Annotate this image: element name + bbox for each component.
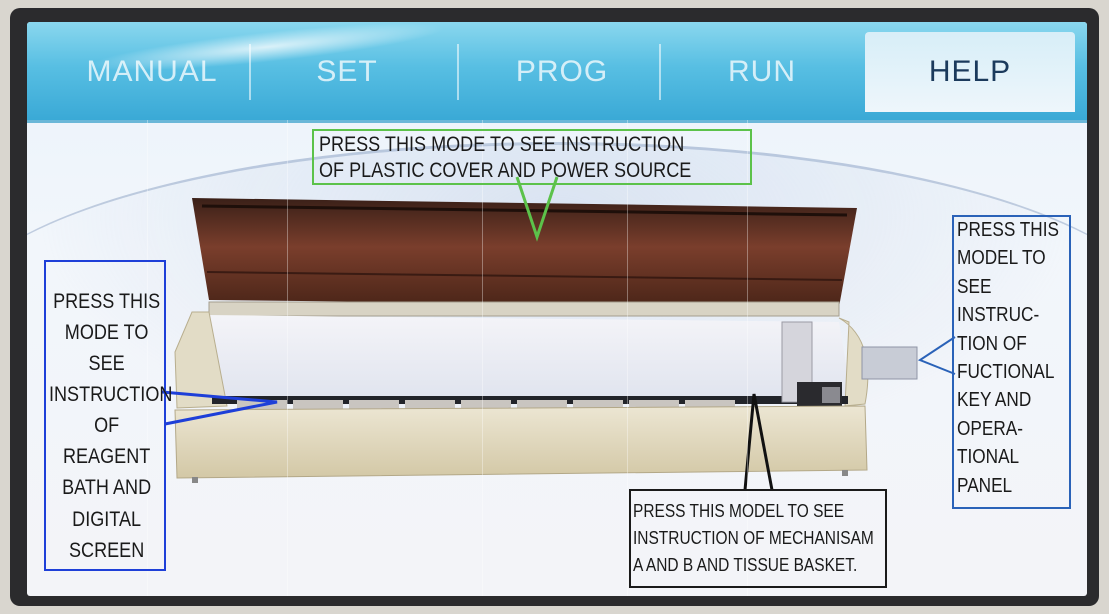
- scan-artifact: [287, 120, 288, 596]
- cover-instruction-text: PRESS THIS MODE TO SEE INSTRUCTION OF PL…: [319, 133, 692, 182]
- scan-artifact: [627, 120, 628, 596]
- reagent-bath-instruction-text: PRESS THIS MODE TO SEE INSTRUCTION OF RE…: [49, 290, 173, 562]
- scan-artifact: [482, 120, 483, 596]
- touch-screen: MANUAL SET PROG RUN HELP PRESS THIS MODE…: [27, 22, 1087, 596]
- operational-panel-instruction-text: PRESS THIS MODEL TO SEE INSTRUC- TION OF…: [957, 219, 1059, 497]
- reagent-bath-area: [207, 315, 849, 404]
- tissue-processor-illustration[interactable]: [27, 22, 1087, 596]
- operational-panel: [861, 346, 918, 380]
- mechanism-instruction-text: PRESS THIS MODEL TO SEE INSTRUCTION OF M…: [633, 501, 874, 575]
